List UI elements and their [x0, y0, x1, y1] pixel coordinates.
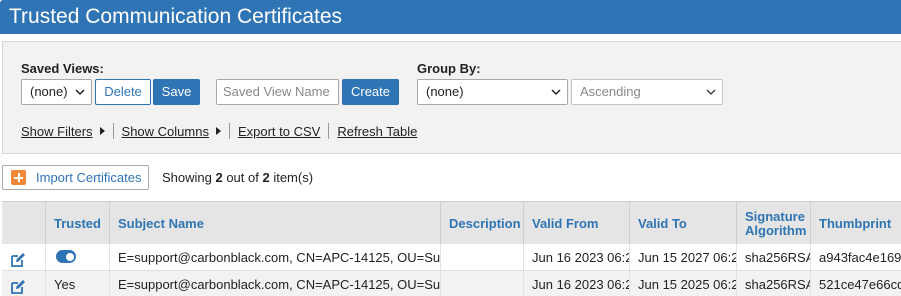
- subject-cell: E=support@carbonblack.com, CN=APC-14125,…: [109, 271, 440, 296]
- group-by-select[interactable]: (none): [417, 79, 568, 105]
- divider: [228, 123, 230, 139]
- table-actions: Show Filters Show Columns Export to CSV …: [21, 122, 417, 140]
- create-button[interactable]: Create: [342, 79, 399, 105]
- row-actions-cell: [2, 271, 45, 296]
- caret-right-icon: [215, 127, 221, 135]
- divider: [328, 123, 330, 139]
- column-trusted[interactable]: Trusted: [45, 202, 109, 245]
- delete-button[interactable]: Delete: [95, 79, 151, 105]
- trusted-cell: Yes: [45, 271, 109, 296]
- column-valid-to[interactable]: Valid To: [629, 202, 736, 245]
- table-row[interactable]: Yes E=support@carbonblack.com, CN=APC-14…: [2, 271, 901, 296]
- valid-to-cell: Jun 15 2027 06:2: [629, 244, 736, 271]
- item-count-suffix: item(s): [269, 170, 314, 185]
- sort-order-select[interactable]: Ascending: [571, 79, 723, 105]
- column-actions: [2, 202, 45, 245]
- edit-icon[interactable]: [10, 277, 26, 294]
- edit-icon[interactable]: [10, 250, 26, 267]
- item-count-prefix: Showing: [162, 170, 216, 185]
- import-certificates-label: Import Certificates: [36, 170, 142, 185]
- saved-view-name-input[interactable]: Saved View Name: [216, 79, 339, 105]
- column-valid-from[interactable]: Valid From: [523, 202, 629, 245]
- saved-views-label: Saved Views:: [21, 61, 104, 76]
- chevron-down-icon: [75, 88, 85, 96]
- saved-view-select-value: (none): [30, 84, 68, 99]
- item-count-middle: out of: [222, 170, 263, 185]
- refresh-table-link[interactable]: Refresh Table: [337, 124, 417, 139]
- sort-order-select-value: Ascending: [580, 84, 641, 99]
- valid-from-cell: Jun 16 2023 06:2: [523, 244, 629, 271]
- group-by-select-value: (none): [426, 84, 464, 99]
- thumbprint-cell: a943fac4e169: [810, 244, 901, 271]
- divider: [112, 123, 114, 139]
- valid-to-cell: Jun 15 2025 06:2: [629, 271, 736, 296]
- export-csv-link[interactable]: Export to CSV: [238, 124, 320, 139]
- group-by-label: Group By:: [417, 61, 481, 76]
- saved-view-select[interactable]: (none): [21, 79, 92, 105]
- plus-icon: [11, 170, 26, 185]
- show-filters-label: Show Filters: [21, 123, 93, 139]
- caret-right-icon: [99, 127, 105, 135]
- trusted-toggle[interactable]: [56, 250, 76, 263]
- table-header: Trusted Subject Name Description Valid F…: [2, 201, 901, 245]
- table-row[interactable]: E=support@carbonblack.com, CN=APC-14125,…: [2, 244, 901, 271]
- item-count-total: 2: [262, 170, 270, 185]
- subject-cell: E=support@carbonblack.com, CN=APC-14125,…: [109, 244, 440, 271]
- column-signature-algorithm[interactable]: Signature Algorithm: [736, 202, 810, 245]
- description-cell: [440, 271, 523, 296]
- save-button[interactable]: Save: [153, 79, 200, 105]
- show-columns-link[interactable]: Show Columns: [122, 124, 221, 139]
- column-description[interactable]: Description: [440, 202, 523, 245]
- valid-from-cell: Jun 16 2023 06:2: [523, 271, 629, 296]
- row-actions-cell: [2, 244, 45, 271]
- signature-algorithm-cell: sha256RSA: [736, 271, 810, 296]
- show-filters-link[interactable]: Show Filters: [21, 124, 105, 139]
- item-count-shown: 2: [215, 170, 223, 185]
- trusted-cell: [45, 244, 109, 271]
- column-subject-name[interactable]: Subject Name: [109, 202, 440, 245]
- description-cell: [440, 244, 523, 271]
- import-certificates-button[interactable]: Import Certificates: [2, 165, 149, 190]
- filter-panel: Saved Views: (none) Delete Save Saved Vi…: [2, 41, 901, 154]
- signature-algorithm-cell: sha256RSA: [736, 244, 810, 271]
- chevron-down-icon: [551, 88, 561, 96]
- column-thumbprint[interactable]: Thumbprint: [810, 202, 901, 245]
- show-columns-label: Show Columns: [121, 123, 209, 139]
- page-title: Trusted Communication Certificates: [0, 0, 901, 34]
- thumbprint-cell: 521ce47e66cd: [810, 271, 901, 296]
- chevron-down-icon: [706, 88, 716, 96]
- item-count: Showing 2 out of 2 item(s): [162, 170, 313, 185]
